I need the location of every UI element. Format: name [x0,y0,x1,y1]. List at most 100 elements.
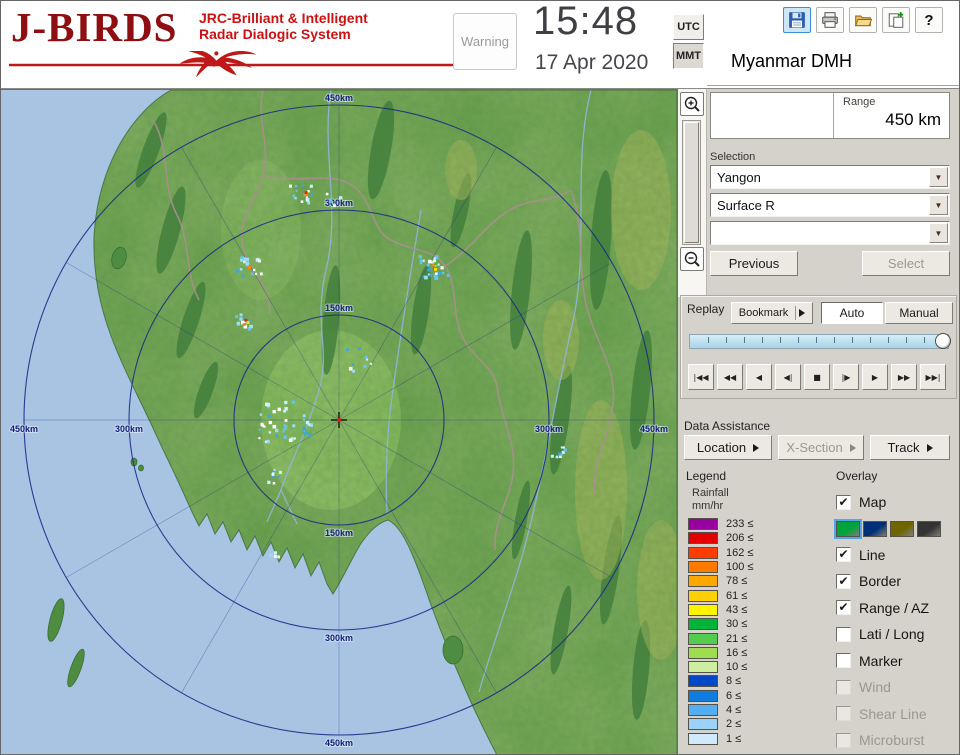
utc-button[interactable]: UTC [673,14,704,40]
overlay-item-shear-line[interactable]: Shear Line [836,701,958,728]
auto-button[interactable]: Auto [821,302,883,324]
legend-threshold-value: 162 ≤ [726,547,753,559]
bookmark-button[interactable]: Bookmark [731,302,813,324]
chevron-down-icon[interactable]: ▼ [929,223,948,243]
replay-transport-button-3[interactable]: ◀ [746,364,772,390]
overlay-item-range-az[interactable]: ✔Range / AZ [836,595,958,622]
track-button[interactable]: Track [870,435,950,460]
print-button[interactable] [816,7,844,33]
overlay-item-line[interactable]: ✔ Line [836,542,958,569]
overlay-item-marker[interactable]: Marker [836,648,958,675]
help-button[interactable]: ? [915,7,943,33]
xsection-button[interactable]: X-Section [778,435,864,460]
zoom-in-button[interactable] [680,92,704,116]
open-folder-button[interactable] [849,7,877,33]
replay-transport-button-5[interactable]: ■ [804,364,830,390]
overlay-item-lati-long[interactable]: Lati / Long [836,621,958,648]
previous-button-label: Previous [729,256,780,271]
slider-tick [816,337,817,343]
slider-tick [762,337,763,343]
overlay-item-microburst[interactable]: Microburst [836,727,958,754]
replay-label: Replay [687,302,724,316]
chevron-down-icon[interactable]: ▼ [929,167,948,187]
legend-color-swatch [688,718,718,730]
zoom-in-icon [683,95,701,113]
scrollbar-thumb[interactable] [684,122,699,243]
replay-transport-button-6[interactable]: |▶ [833,364,859,390]
legend-color-swatch [688,690,718,702]
slider-tick [798,337,799,343]
location-button[interactable]: Location [684,435,772,460]
warning-button[interactable]: Warning [453,13,517,70]
auto-button-label: Auto [840,306,865,320]
radar-map-area[interactable]: 150km150km300km300km300km300km450km450km… [1,89,677,755]
overlay-item-label: Microburst [859,732,924,748]
map-style-swatch-2[interactable] [863,521,887,537]
mmt-button[interactable]: MMT [673,43,704,69]
replay-transport-button-9[interactable]: ▶▶| [920,364,946,390]
checkbox-map[interactable]: ✔ [836,495,851,510]
data-assistance-label: Data Assistance [684,419,770,433]
export-icon [887,11,905,29]
range-value: 450 km [885,110,941,130]
manual-button[interactable]: Manual [885,302,953,324]
ring-distance-label: 450km [10,424,38,434]
legend-row: 233 ≤ [688,517,818,531]
overlay-item-wind[interactable]: Wind [836,674,958,701]
radar-map[interactable]: 150km150km300km300km300km300km450km450km… [1,90,677,755]
export-button[interactable] [882,7,910,33]
map-zoom-strip [678,89,707,297]
option-combo[interactable]: ▼ [710,221,950,245]
eagle-logo-graphic [7,51,467,87]
replay-transport-button-4[interactable]: ◀| [775,364,801,390]
header-bar: J-BIRDS JRC-Brilliant & Intelligent Rada… [1,1,960,89]
checkbox-wind[interactable] [836,680,851,695]
legend-row: 4 ≤ [688,703,818,717]
checkbox-range-az[interactable]: ✔ [836,600,851,615]
track-button-label: Track [887,440,919,455]
replay-transport-button-7[interactable]: ▶ [862,364,888,390]
legend-threshold-value: 2 ≤ [726,718,741,730]
zoom-out-button[interactable] [680,247,704,271]
save-button[interactable] [783,7,811,33]
legend-row: 21 ≤ [688,631,818,645]
overlay-item-label: Line [859,547,885,563]
overlay-item-border[interactable]: ✔Border [836,568,958,595]
previous-button[interactable]: Previous [710,251,798,276]
overlay-item-map[interactable]: ✔Map [836,489,958,516]
legend-threshold-value: 4 ≤ [726,704,741,716]
map-style-swatch-3[interactable] [890,521,914,537]
legend-color-swatch [688,633,718,645]
checkbox-line[interactable]: ✔ [836,547,851,562]
manual-button-label: Manual [899,306,938,320]
checkbox-marker[interactable] [836,653,851,668]
checkbox-microburst[interactable] [836,733,851,748]
replay-transport-button-1[interactable]: |◀◀ [688,364,714,390]
overlay-item-label: Lati / Long [859,626,924,642]
product-combo[interactable]: Surface R ▼ [710,193,950,217]
checkbox-border[interactable]: ✔ [836,574,851,589]
map-style-swatch-4[interactable] [917,521,941,537]
slider-tick [852,337,853,343]
map-style-swatch-1[interactable] [836,521,860,537]
range-display: Range 450 km [710,92,950,139]
legend-threshold-value: 1 ≤ [726,733,741,745]
replay-timeline-slider[interactable] [689,334,949,349]
checkbox-lati-long[interactable] [836,627,851,642]
legend-color-swatch [688,518,718,530]
slider-handle[interactable] [935,333,951,349]
replay-transport-button-8[interactable]: ▶▶ [891,364,917,390]
legend-scale: 233 ≤206 ≤162 ≤100 ≤78 ≤61 ≤43 ≤30 ≤21 ≤… [688,517,818,746]
site-combo[interactable]: Yangon ▼ [710,165,950,189]
overlay-options: ✔Map✔Line✔Border✔Range / AZLati / LongMa… [836,489,958,754]
map-scrollbar[interactable] [682,120,701,245]
folder-icon [854,11,872,29]
select-button[interactable]: Select [862,251,950,276]
legend-threshold-value: 10 ≤ [726,661,747,673]
checkbox-shear-line[interactable] [836,706,851,721]
replay-transport-button-2[interactable]: ◀◀ [717,364,743,390]
chevron-down-icon[interactable]: ▼ [929,195,948,215]
legend-row: 162 ≤ [688,546,818,560]
location-button-label: Location [697,440,746,455]
overlay-item-label: Wind [859,679,891,695]
